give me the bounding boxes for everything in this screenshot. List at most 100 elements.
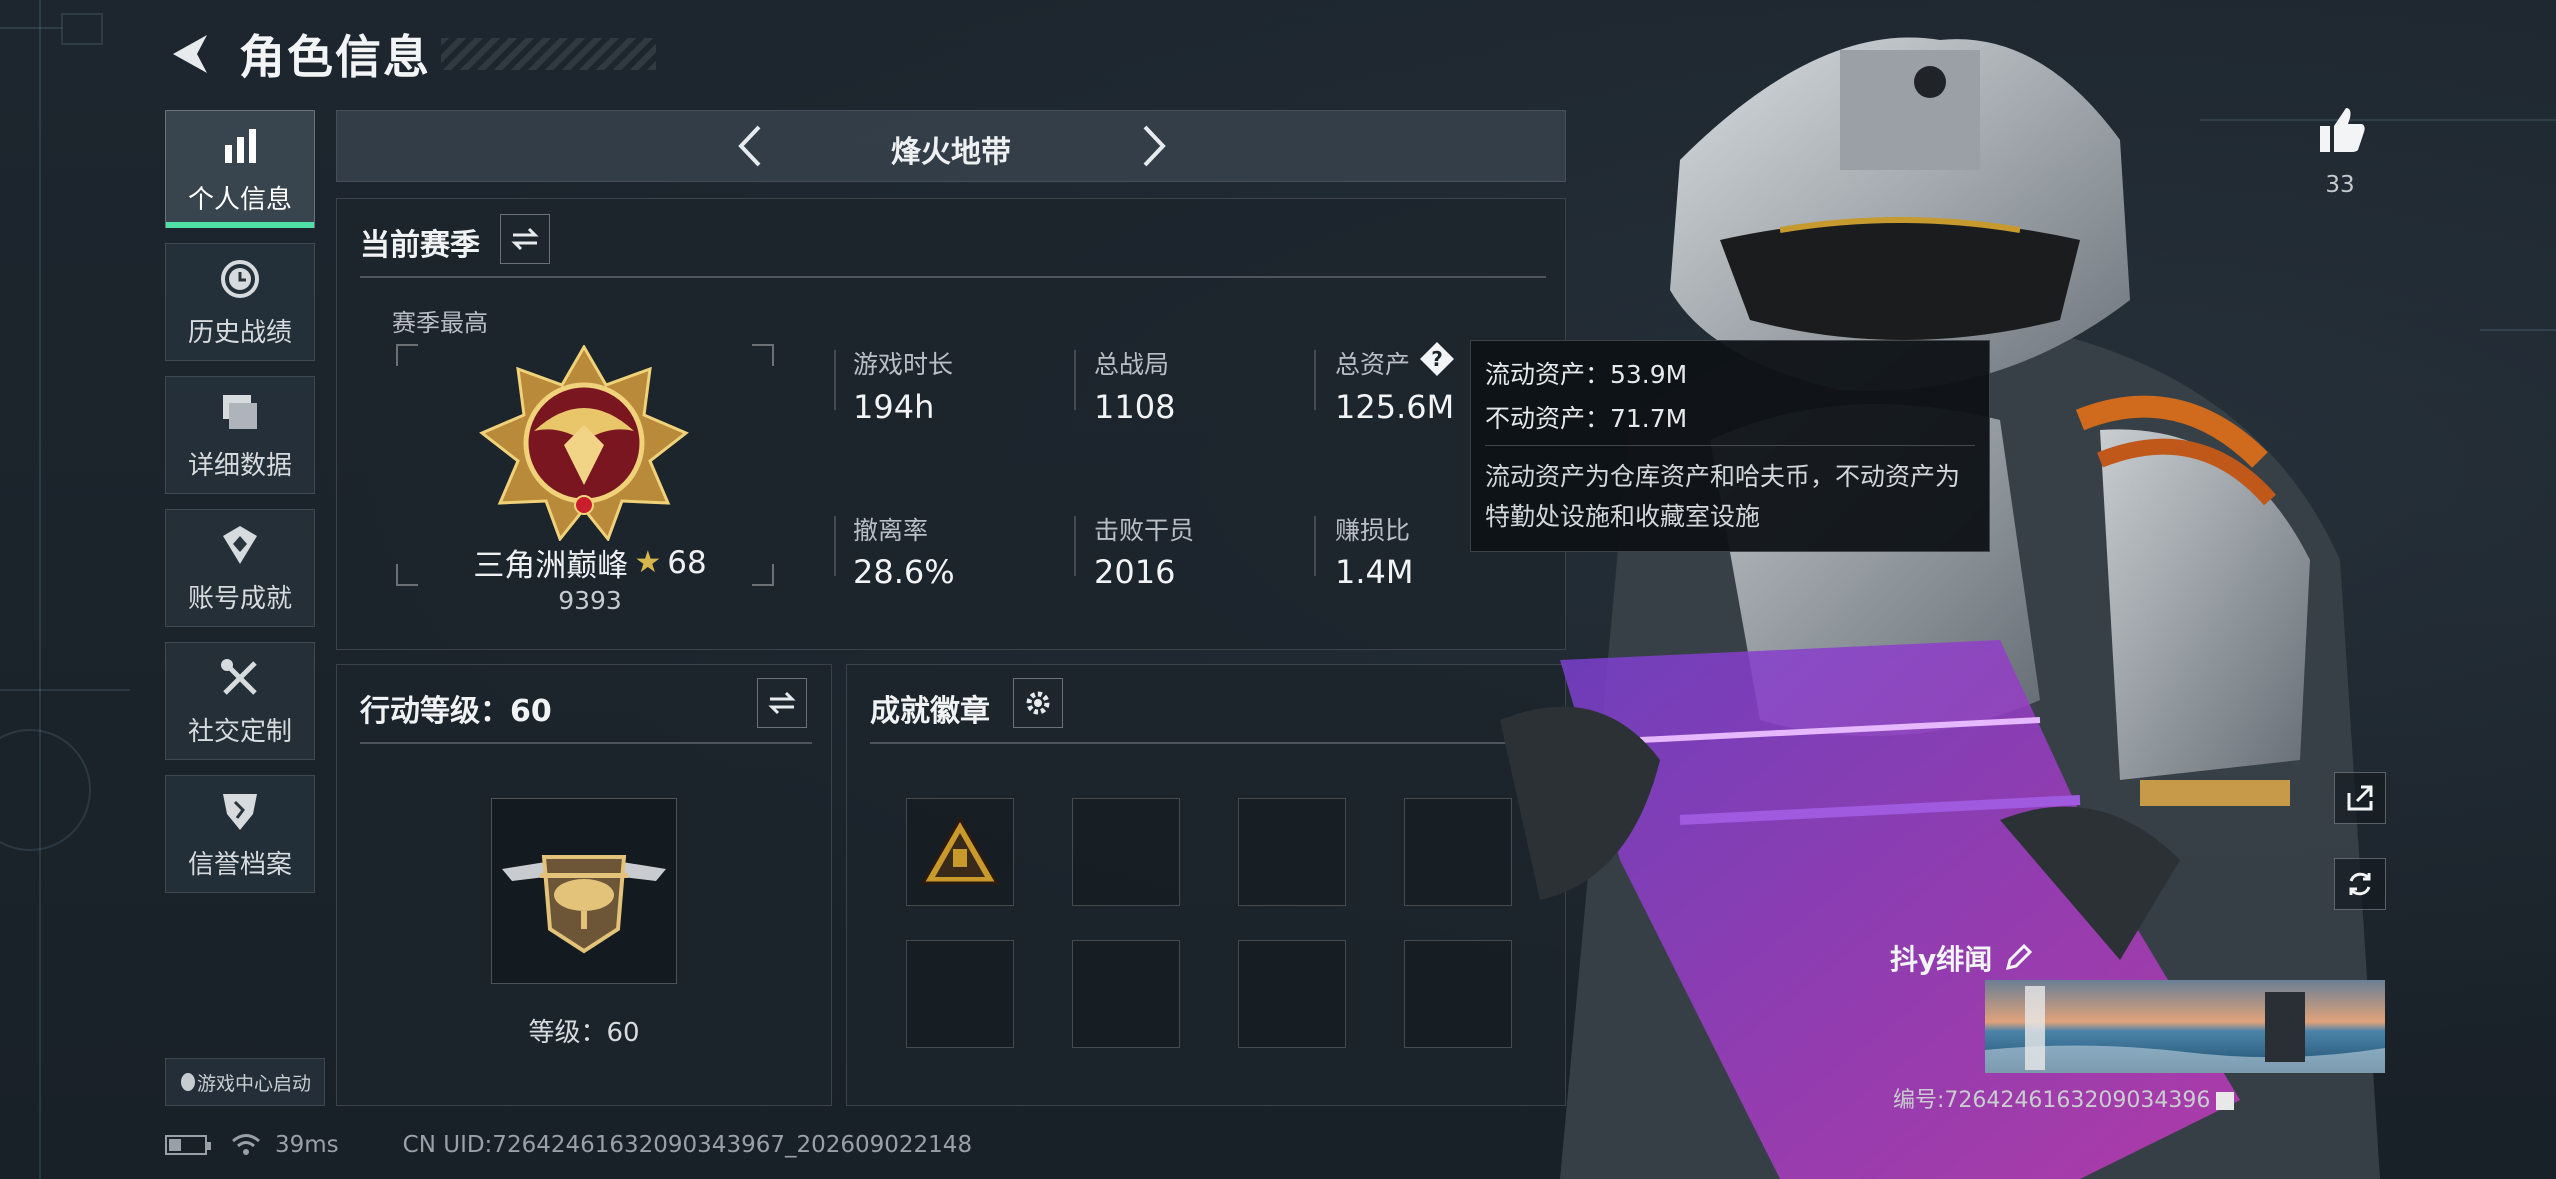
- badge-slot[interactable]: [906, 798, 1014, 906]
- stat-label-matches: 总战局: [1094, 350, 1170, 379]
- stat-label-assets: 总资产: [1335, 350, 1411, 379]
- star-icon: ★: [634, 545, 662, 580]
- achievement-icon: [223, 525, 257, 564]
- sidebar-item-social[interactable]: 社交定制: [165, 642, 315, 760]
- history-clock-icon: [221, 259, 259, 298]
- wifi-icon: [232, 1134, 260, 1155]
- tooltip-divider: [1485, 445, 1975, 446]
- rank-name: 三角洲巅峰 ★ 68: [450, 540, 730, 585]
- status-bar: 39ms CN UID:7264246163209034396​7_202609…: [165, 1128, 972, 1162]
- rank-score: 9393: [558, 586, 622, 615]
- badges-title: 成就徽章: [870, 694, 990, 729]
- stat-value-matches: 1108: [1094, 388, 1176, 426]
- pyramid-badge-icon: [920, 816, 1000, 885]
- refresh-button[interactable]: [2334, 858, 2386, 910]
- action-level-divider: [360, 742, 812, 744]
- penguin-icon: [180, 1073, 195, 1091]
- sidebar-item-label: 个人信息: [187, 184, 292, 215]
- stat-value-profit-ratio: 1.4M: [1335, 553, 1414, 591]
- badge-slot[interactable]: [1238, 940, 1346, 1048]
- action-level-title: 行动等级：60: [360, 694, 552, 729]
- player-card-name[interactable]: 抖y绯闻: [1890, 938, 2033, 978]
- sidebar-item-credit[interactable]: 信誉档案: [165, 775, 315, 893]
- back-arrow-icon[interactable]: [165, 29, 215, 79]
- season-divider: [360, 276, 1546, 278]
- sidebar-item-personal-info[interactable]: 个人信息: [165, 110, 315, 228]
- rank-emblem: [479, 345, 689, 541]
- swap-icon: [511, 227, 539, 251]
- stat-divider: [1074, 350, 1076, 410]
- action-level-switch-button[interactable]: [757, 678, 807, 728]
- share-button[interactable]: [2334, 772, 2386, 824]
- badges-divider: [870, 742, 1546, 744]
- gear-icon: [1026, 691, 1050, 715]
- rank-stars: 68: [667, 544, 707, 581]
- stat-value-kills: 2016: [1094, 553, 1176, 591]
- sidebar-item-detail-data[interactable]: 详细数据: [165, 376, 315, 494]
- like-count: 33: [2325, 172, 2355, 198]
- page-title: 角色信息: [239, 30, 431, 84]
- sidebar-item-achievements[interactable]: 账号成就: [165, 509, 315, 627]
- sidebar-item-label: 历史战绩: [187, 317, 292, 348]
- game-center-label: 游戏中心启动: [196, 1072, 311, 1095]
- sidebar-item-label: 社交定制: [187, 716, 292, 747]
- share-icon: [2347, 785, 2373, 811]
- stat-value-playtime: 194h: [853, 388, 935, 426]
- assets-tooltip: 流动资产：53.9M 不动资产：71.7M 流动资产为仓库资产和哈夫币，不动资产…: [1470, 340, 1990, 552]
- tooltip-liquid-assets: 流动资产：53.9M: [1485, 360, 1688, 389]
- sidebar: 个人信息 历史战绩 详细数据 账号成就 社交定制 信誉档案: [165, 110, 315, 908]
- stat-label-kills: 击败干员: [1094, 516, 1195, 545]
- stat-divider: [834, 350, 836, 410]
- bar-chart-icon: [225, 128, 256, 163]
- sidebar-item-label: 详细数据: [187, 450, 292, 481]
- shield-icon: [223, 793, 257, 830]
- svg-text:?: ?: [1431, 347, 1443, 371]
- stat-divider: [1314, 350, 1316, 410]
- sidebar-item-history[interactable]: 历史战绩: [165, 243, 315, 361]
- sidebar-item-label: 账号成就: [187, 583, 292, 614]
- tooltip-fixed-assets: 不动资产：71.7M: [1485, 404, 1688, 433]
- rank-frame-corner: [396, 344, 418, 366]
- level-text: 等级：60: [528, 1018, 640, 1048]
- stat-divider: [1314, 516, 1316, 576]
- rank-frame-corner: [752, 564, 774, 586]
- badge-slot[interactable]: [906, 940, 1014, 1048]
- player-name: 抖y绯闻: [1890, 943, 1993, 976]
- tools-icon: [221, 658, 257, 695]
- badge-slot[interactable]: [1072, 798, 1180, 906]
- edit-pencil-icon[interactable]: [2004, 944, 2033, 972]
- stat-divider: [834, 516, 836, 576]
- stat-divider: [1074, 516, 1076, 576]
- stat-value-assets: 125.6M: [1335, 388, 1455, 426]
- season-title: 当前赛季: [360, 228, 480, 263]
- player-card-banner: [1985, 980, 2385, 1073]
- copy-icon[interactable]: [2216, 1092, 2235, 1110]
- ping-value: 39ms: [275, 1132, 339, 1158]
- season-high-label: 赛季最高: [392, 309, 488, 337]
- thumbs-up-icon[interactable]: [2316, 104, 2368, 156]
- header: 角色信息: [165, 22, 656, 86]
- mode-selector: 烽火地带: [336, 110, 1566, 182]
- helicopter-emblem-icon: [502, 855, 666, 954]
- help-icon[interactable]: ?: [1418, 340, 1456, 378]
- stat-label-extract-rate: 撤离率: [853, 516, 929, 545]
- stat-label-playtime: 游戏时长: [853, 350, 954, 379]
- battery-icon: [165, 1135, 211, 1155]
- tooltip-description: 流动资产为仓库资产和哈夫币，不动资产为特勤处设施和收藏室设施: [1485, 462, 1961, 531]
- rank-title: 三角洲巅峰: [473, 548, 629, 584]
- rank-frame-corner: [396, 564, 418, 586]
- stat-label-profit-ratio: 赚损比: [1335, 516, 1411, 545]
- player-card-id: 编号:7264246163209034396: [1893, 1082, 2235, 1114]
- chevron-right-icon[interactable]: [1127, 121, 1177, 171]
- uid-text: CN UID:7264246163209034396​7_20260902214…: [402, 1132, 973, 1158]
- badge-slot[interactable]: [1072, 940, 1180, 1048]
- folder-icon: [223, 394, 257, 429]
- refresh-icon: [2349, 872, 2371, 896]
- game-center-button[interactable]: 游戏中心启动: [165, 1058, 325, 1106]
- season-switch-button[interactable]: [500, 214, 550, 264]
- title-decoration: [441, 38, 656, 70]
- mode-label: 烽火地带: [891, 135, 1011, 170]
- badge-slot[interactable]: [1238, 798, 1346, 906]
- badges-settings-button[interactable]: [1013, 678, 1063, 728]
- stat-value-extract-rate: 28.6%: [853, 553, 955, 591]
